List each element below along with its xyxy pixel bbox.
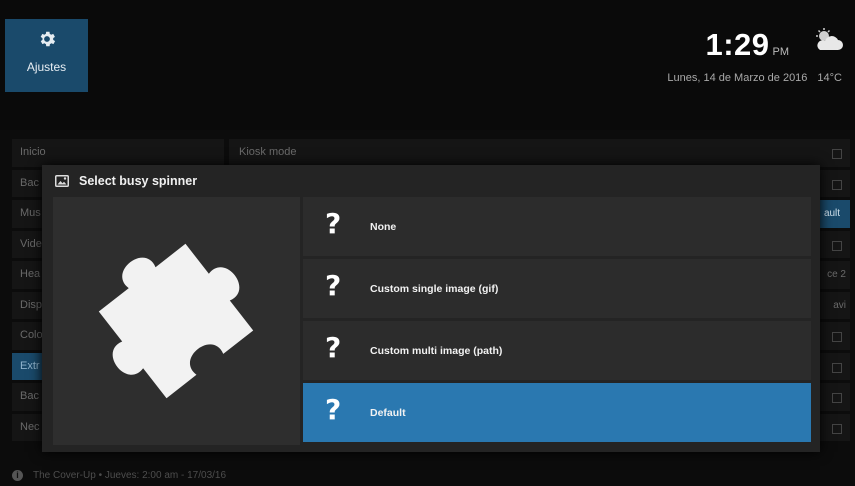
setting-row-label: Kiosk mode (239, 146, 297, 158)
dialog-title: Select busy spinner (79, 174, 198, 188)
option-label: Custom single image (gif) (370, 283, 499, 295)
checkbox[interactable] (832, 149, 842, 159)
spinner-option-list: ? None ? Custom single image (gif) ? Cus… (303, 197, 811, 445)
option-default[interactable]: ? Default (303, 383, 811, 442)
option-custom-multi-image[interactable]: ? Custom multi image (path) (303, 321, 811, 380)
gear-icon (37, 29, 57, 54)
checkbox[interactable] (832, 423, 842, 434)
footer-now-playing: i The Cover-Up • Jueves: 2:00 am - 17/03/… (12, 470, 226, 481)
settings-tile-label: Ajustes (26, 60, 67, 74)
question-mark-icon: ? (325, 331, 342, 364)
partly-cloudy-icon (811, 28, 845, 57)
option-none[interactable]: ? None (303, 197, 811, 256)
option-label: None (370, 221, 397, 233)
question-mark-icon: ? (325, 269, 342, 302)
checkbox[interactable] (832, 362, 842, 373)
top-bar: Ajustes 1:29 PM Lunes, 14 de Marzo de 201… (0, 0, 855, 130)
info-icon: i (12, 470, 23, 481)
checkbox[interactable] (832, 179, 842, 190)
option-custom-single-image[interactable]: ? Custom single image (gif) (303, 259, 811, 318)
setting-value: avi (833, 299, 846, 311)
option-label: Default (370, 407, 406, 419)
question-mark-icon: ? (325, 393, 342, 426)
settings-tile[interactable]: Ajustes (5, 19, 88, 92)
date-line: Lunes, 14 de Marzo de 2016 14°C (667, 72, 842, 84)
clock-ampm: PM (772, 46, 790, 58)
footer-text: The Cover-Up • Jueves: 2:00 am - 17/03/1… (33, 470, 227, 482)
checkbox[interactable] (832, 393, 842, 403)
setting-value: ce 2 (827, 269, 846, 280)
dialog-header: Select busy spinner (42, 165, 820, 197)
date-text: Lunes, 14 de Marzo de 2016 (667, 72, 808, 84)
image-icon (55, 174, 69, 192)
puzzle-piece-icon (53, 243, 300, 449)
question-mark-icon: ? (325, 207, 342, 240)
checkbox[interactable] (832, 240, 842, 251)
spinner-preview (53, 197, 300, 445)
checkbox[interactable] (832, 332, 842, 342)
clock-time: 1:29 (705, 27, 770, 62)
category-item[interactable]: Inicio (12, 139, 224, 167)
clock: 1:29 PM (705, 27, 789, 63)
option-label: Custom multi image (path) (370, 345, 503, 357)
setting-row-kiosk-mode[interactable]: Kiosk mode (229, 139, 850, 167)
temperature-text: 14°C (817, 72, 842, 84)
select-busy-spinner-dialog: Select busy spinner ? None ? Custom sing… (42, 165, 820, 452)
